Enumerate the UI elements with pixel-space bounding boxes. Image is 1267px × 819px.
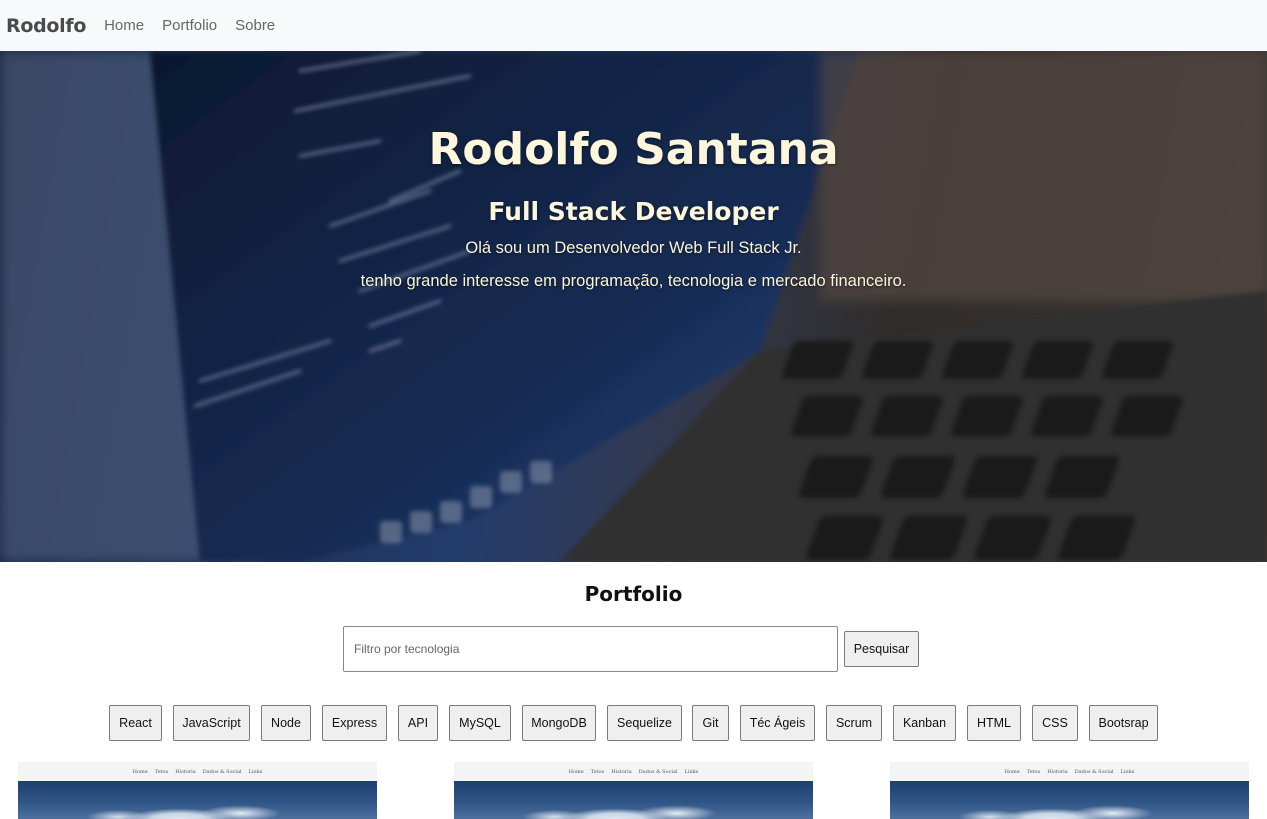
portfolio-section-title: Portfolio [584,582,683,606]
hero-intro-line-1: Olá sou um Desenvolvedor Web Full Stack … [465,239,802,257]
nav-link-sobre[interactable]: Sobre [235,17,275,34]
filter-button-scrum[interactable]: Scrum [826,705,882,741]
hero-intro-line-2: tenho grande interesse em programação, t… [360,272,907,290]
navbar: Rodolfo Home Portfolio Sobre [0,0,1267,51]
search-button[interactable]: Pesquisar [844,631,919,667]
card-nav-item: Home [132,768,148,775]
card-nav-item: Tetos [154,768,169,775]
technology-filter-input[interactable] [343,626,838,672]
project-card[interactable]: Home Tetos Historia Dados & Social Links [18,762,377,819]
brand-logo[interactable]: Rodolfo [6,15,86,37]
card-nav-item: Tetos [590,768,605,775]
card-nav-item: Dados & Social [202,768,242,775]
project-card[interactable]: Home Tetos Historia Dados & Social Links [454,762,813,819]
card-preview-nav: Home Tetos Historia Dados & Social Links [18,762,377,781]
card-preview-sky-image [890,781,1249,819]
hero-subtitle: Full Stack Developer [488,197,779,226]
card-preview-sky-image [454,781,813,819]
filter-button-css[interactable]: CSS [1032,705,1078,741]
filter-button-express[interactable]: Express [322,705,387,741]
filter-button-html[interactable]: HTML [967,705,1021,741]
hero-title: Rodolfo Santana [428,124,839,175]
filter-button-git[interactable]: Git [692,705,729,741]
filter-button-sequelize[interactable]: Sequelize [607,705,682,741]
card-nav-item: Links [684,768,699,775]
card-nav-item: Links [1120,768,1135,775]
card-nav-item: Historia [611,768,632,775]
card-nav-item: Home [568,768,584,775]
card-nav-item: Dados & Social [638,768,678,775]
project-card[interactable]: Home Tetos Historia Dados & Social Links [890,762,1249,819]
filter-button-api[interactable]: API [398,705,438,741]
filter-button-react[interactable]: React [109,705,162,741]
filter-button-kanban[interactable]: Kanban [893,705,956,741]
filter-button-mysql[interactable]: MySQL [449,705,511,741]
filter-button-mongodb[interactable]: MongoDB [522,705,596,741]
hero-banner: Rodolfo Santana Full Stack Developer Olá… [0,51,1267,562]
card-nav-item: Home [1004,768,1020,775]
card-nav-item: Tetos [1026,768,1041,775]
filter-button-node[interactable]: Node [261,705,311,741]
card-nav-item: Links [248,768,263,775]
nav-link-portfolio[interactable]: Portfolio [162,17,217,34]
card-preview-nav: Home Tetos Historia Dados & Social Links [890,762,1249,781]
card-preview-nav: Home Tetos Historia Dados & Social Links [454,762,813,781]
nav-link-home[interactable]: Home [104,17,144,34]
filter-button-tec-ageis[interactable]: Téc Ágeis [740,705,815,741]
filter-button-bootsrap[interactable]: Bootsrap [1089,705,1158,741]
card-nav-item: Historia [175,768,196,775]
filter-button-javascript[interactable]: JavaScript [173,705,250,741]
card-preview-sky-image [18,781,377,819]
card-nav-item: Historia [1047,768,1068,775]
card-nav-item: Dados & Social [1074,768,1114,775]
